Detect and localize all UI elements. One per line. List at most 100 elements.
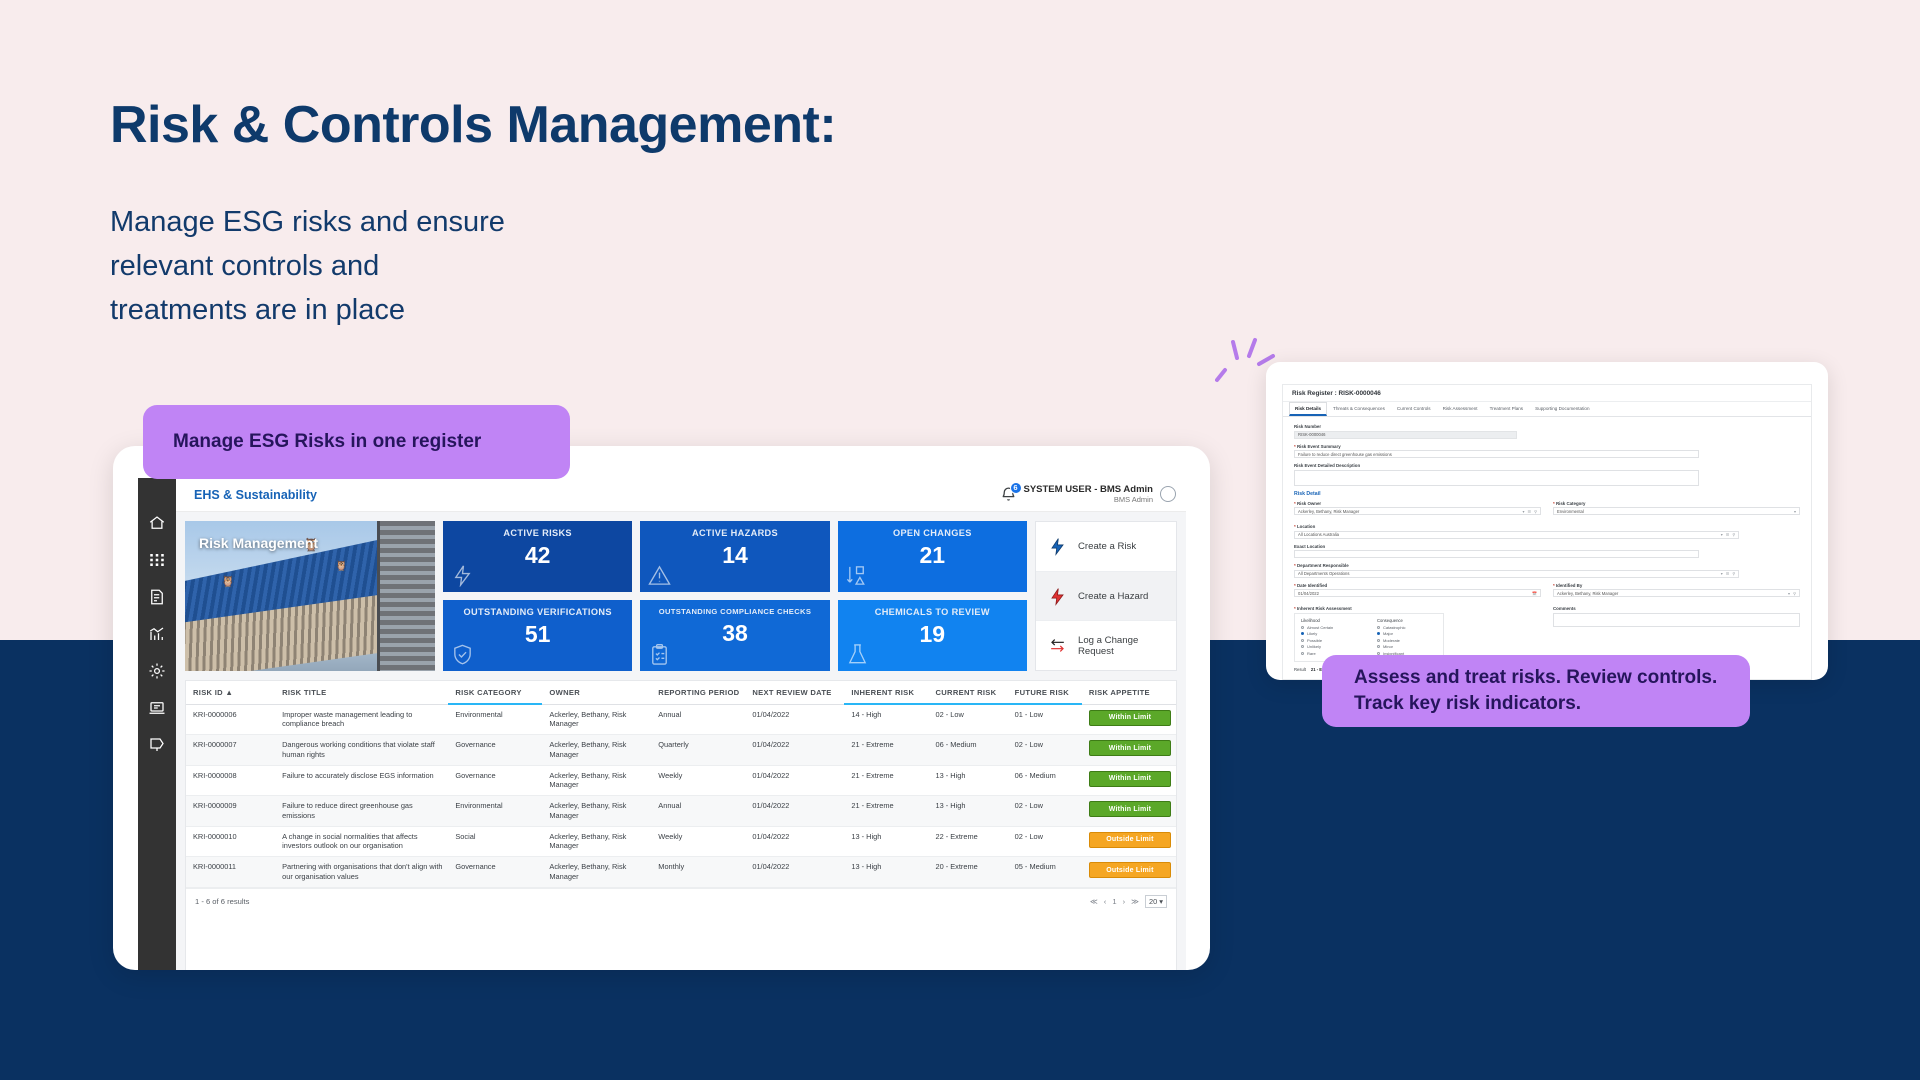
consequence-option[interactable]: Minor <box>1377 644 1437 649</box>
column-header-risk-id[interactable]: RISK ID ▲ <box>186 681 276 705</box>
kpi-tile-active-risks[interactable]: ACTIVE RISKS 42 <box>443 521 633 592</box>
cell-owner: Ackerley, Bethany, Risk Manager <box>542 856 652 888</box>
chevron-down-icon[interactable]: ▾ <box>1522 509 1524 514</box>
cell-current-risk: 02 - Low <box>928 704 1008 736</box>
table-row[interactable]: KRI-0000011 Partnering with organisation… <box>186 856 1176 888</box>
document-icon[interactable] <box>148 588 166 606</box>
cell-risk-id[interactable]: KRI-0000007 <box>186 734 276 766</box>
column-header-next-review-date[interactable]: NEXT REVIEW DATE <box>745 681 845 705</box>
column-header-reporting-period[interactable]: REPORTING PERIOD <box>651 681 746 705</box>
likelihood-option[interactable]: Unlikely <box>1301 644 1361 649</box>
likelihood-option-selected[interactable]: Likely <box>1301 631 1361 636</box>
last-page-button[interactable]: ≫ <box>1131 897 1139 906</box>
kpi-tile-open-changes[interactable]: OPEN CHANGES 21 <box>837 521 1027 592</box>
owner-input[interactable]: Ackerley, Bethany, Risk Manager ▾ ☰ ⚲ <box>1294 507 1541 515</box>
category-input[interactable]: Environmental ▾ <box>1553 507 1800 515</box>
date-identified-input[interactable]: 01/04/2022 📅 <box>1294 589 1541 597</box>
kpi-tile-outstanding-verifications[interactable]: OUTSTANDING VERIFICATIONS 51 <box>443 600 633 671</box>
consequence-option[interactable]: Catastrophic <box>1377 625 1437 630</box>
tab-threats-consequences[interactable]: Threats & Consequences <box>1327 402 1391 416</box>
subtitle-line-2: relevant controls and <box>110 250 380 283</box>
column-header-risk-category[interactable]: RISK CATEGORY <box>448 681 543 705</box>
list-icon[interactable]: ☰ <box>1726 532 1730 537</box>
identified-by-input[interactable]: Ackerley, Bethany, Risk Manager ▾ ⚲ <box>1553 589 1800 597</box>
cell-risk-id[interactable]: KRI-0000010 <box>186 826 276 858</box>
chevron-down-icon[interactable]: ▾ <box>1788 591 1790 596</box>
status-badge: Outside Limit <box>1088 862 1171 879</box>
comments-input[interactable] <box>1553 612 1800 627</box>
cell-inherent-risk: 21 - Extreme <box>844 734 929 766</box>
chevron-down-icon[interactable]: ▾ <box>1721 571 1723 576</box>
cell-risk-id[interactable]: KRI-0000008 <box>186 765 276 797</box>
next-page-button[interactable]: › <box>1123 897 1126 906</box>
table-header-row: RISK ID ▲ RISK TITLE RISK CATEGORY OWNER… <box>186 681 1176 705</box>
kpi-tile-outstanding-compliance-checks[interactable]: OUTSTANDING COMPLIANCE CHECKS 38 <box>640 600 830 671</box>
notifications-bell[interactable]: 6 <box>1000 481 1022 503</box>
kpi-tile-chemicals-to-review[interactable]: CHEMICALS TO REVIEW 19 <box>837 600 1027 671</box>
action-log-change-request[interactable]: Log a Change Request <box>1036 621 1176 670</box>
department-input[interactable]: All Departments Operations ▾ ☰ ⚲ <box>1294 569 1740 578</box>
tab-supporting-documentation[interactable]: Supporting Documentation <box>1529 402 1595 416</box>
chevron-down-icon[interactable]: ▾ <box>1794 509 1796 514</box>
radio-icon <box>1301 625 1304 629</box>
column-header-future-risk[interactable]: FUTURE RISK <box>1007 681 1082 705</box>
section-risk-detail: Risk Detail <box>1294 490 1321 497</box>
description-input[interactable] <box>1294 469 1699 486</box>
user-info[interactable]: SYSTEM USER - BMS Admin BMS Admin <box>1024 484 1154 504</box>
list-icon[interactable]: ☰ <box>1527 509 1531 514</box>
field-label: * Date Identified <box>1294 583 1541 588</box>
search-icon[interactable]: ⚲ <box>1732 532 1735 537</box>
chevron-down-icon[interactable]: ▾ <box>1721 532 1723 537</box>
search-icon[interactable]: ⚲ <box>1732 571 1735 576</box>
table-row[interactable]: KRI-0000007 Dangerous working conditions… <box>186 734 1176 766</box>
apps-grid-icon[interactable] <box>148 551 166 569</box>
notification-count-badge: 6 <box>1009 481 1022 494</box>
consequence-option[interactable]: Moderate <box>1377 638 1437 643</box>
location-input[interactable]: All Locations Australia ▾ ☰ ⚲ <box>1294 530 1740 539</box>
likelihood-label: Likelihood <box>1301 617 1320 623</box>
exact-location-input[interactable] <box>1294 550 1699 558</box>
likelihood-option[interactable]: Almost Certain <box>1301 625 1361 630</box>
action-create-risk[interactable]: Create a Risk <box>1036 522 1176 572</box>
column-header-risk-title[interactable]: RISK TITLE <box>275 681 449 705</box>
column-header-inherent-risk[interactable]: INHERENT RISK <box>844 681 929 705</box>
table-row[interactable]: KRI-0000006 Improper waste management le… <box>186 704 1176 736</box>
tab-risk-details[interactable]: Risk Details <box>1289 402 1328 416</box>
search-icon[interactable]: ⚲ <box>1534 509 1537 514</box>
consequence-option-selected[interactable]: Major <box>1377 631 1437 636</box>
likelihood-option[interactable]: Possible <box>1301 638 1361 643</box>
column-header-current-risk[interactable]: CURRENT RISK <box>928 681 1008 705</box>
laptop-icon[interactable] <box>148 699 166 717</box>
calendar-icon[interactable]: 📅 <box>1532 591 1537 596</box>
tab-risk-assessment[interactable]: Risk Assessment <box>1437 402 1484 416</box>
tab-current-controls[interactable]: Current Controls <box>1391 402 1437 416</box>
chart-icon[interactable] <box>148 625 166 643</box>
gear-icon[interactable] <box>148 662 166 680</box>
column-header-risk-appetite[interactable]: RISK APPETITE <box>1081 681 1176 705</box>
kpi-tile-active-hazards[interactable]: ACTIVE HAZARDS 14 <box>640 521 830 592</box>
field-location: * Location All Locations Australia ▾ ☰ ⚲ <box>1294 524 1800 539</box>
table-row[interactable]: KRI-0000008 Failure to accurately disclo… <box>186 765 1176 797</box>
cell-risk-id[interactable]: KRI-0000011 <box>186 856 276 888</box>
action-create-hazard[interactable]: Create a Hazard <box>1036 571 1176 622</box>
avatar[interactable] <box>1160 486 1176 503</box>
prev-page-button[interactable]: ‹ <box>1104 897 1107 906</box>
page-size-select[interactable]: 20 ▾ <box>1145 894 1167 908</box>
tag-icon[interactable] <box>148 736 166 754</box>
cell-risk-id[interactable]: KRI-0000006 <box>186 704 276 736</box>
chevron-down-icon: ▾ <box>1159 896 1163 906</box>
cell-risk-title: Partnering with organisations that don't… <box>275 856 449 888</box>
column-header-owner[interactable]: OWNER <box>542 681 652 705</box>
table-row[interactable]: KRI-0000009 Failure to reduce direct gre… <box>186 795 1176 827</box>
summary-input[interactable]: Failure to reduce direct greenhouse gas … <box>1294 450 1699 458</box>
tab-treatment-plans[interactable]: Treatment Plans <box>1484 402 1530 416</box>
search-icon[interactable]: ⚲ <box>1793 591 1796 596</box>
cell-owner: Ackerley, Bethany, Risk Manager <box>542 704 652 736</box>
field-department-responsible: * Department Responsible All Departments… <box>1294 563 1800 578</box>
option-label: Rare <box>1307 650 1316 656</box>
table-row[interactable]: KRI-0000010 A change in social normaliti… <box>186 826 1176 858</box>
list-icon[interactable]: ☰ <box>1726 571 1730 576</box>
first-page-button[interactable]: ≪ <box>1090 897 1098 906</box>
home-icon[interactable] <box>148 514 166 532</box>
cell-risk-id[interactable]: KRI-0000009 <box>186 795 276 827</box>
